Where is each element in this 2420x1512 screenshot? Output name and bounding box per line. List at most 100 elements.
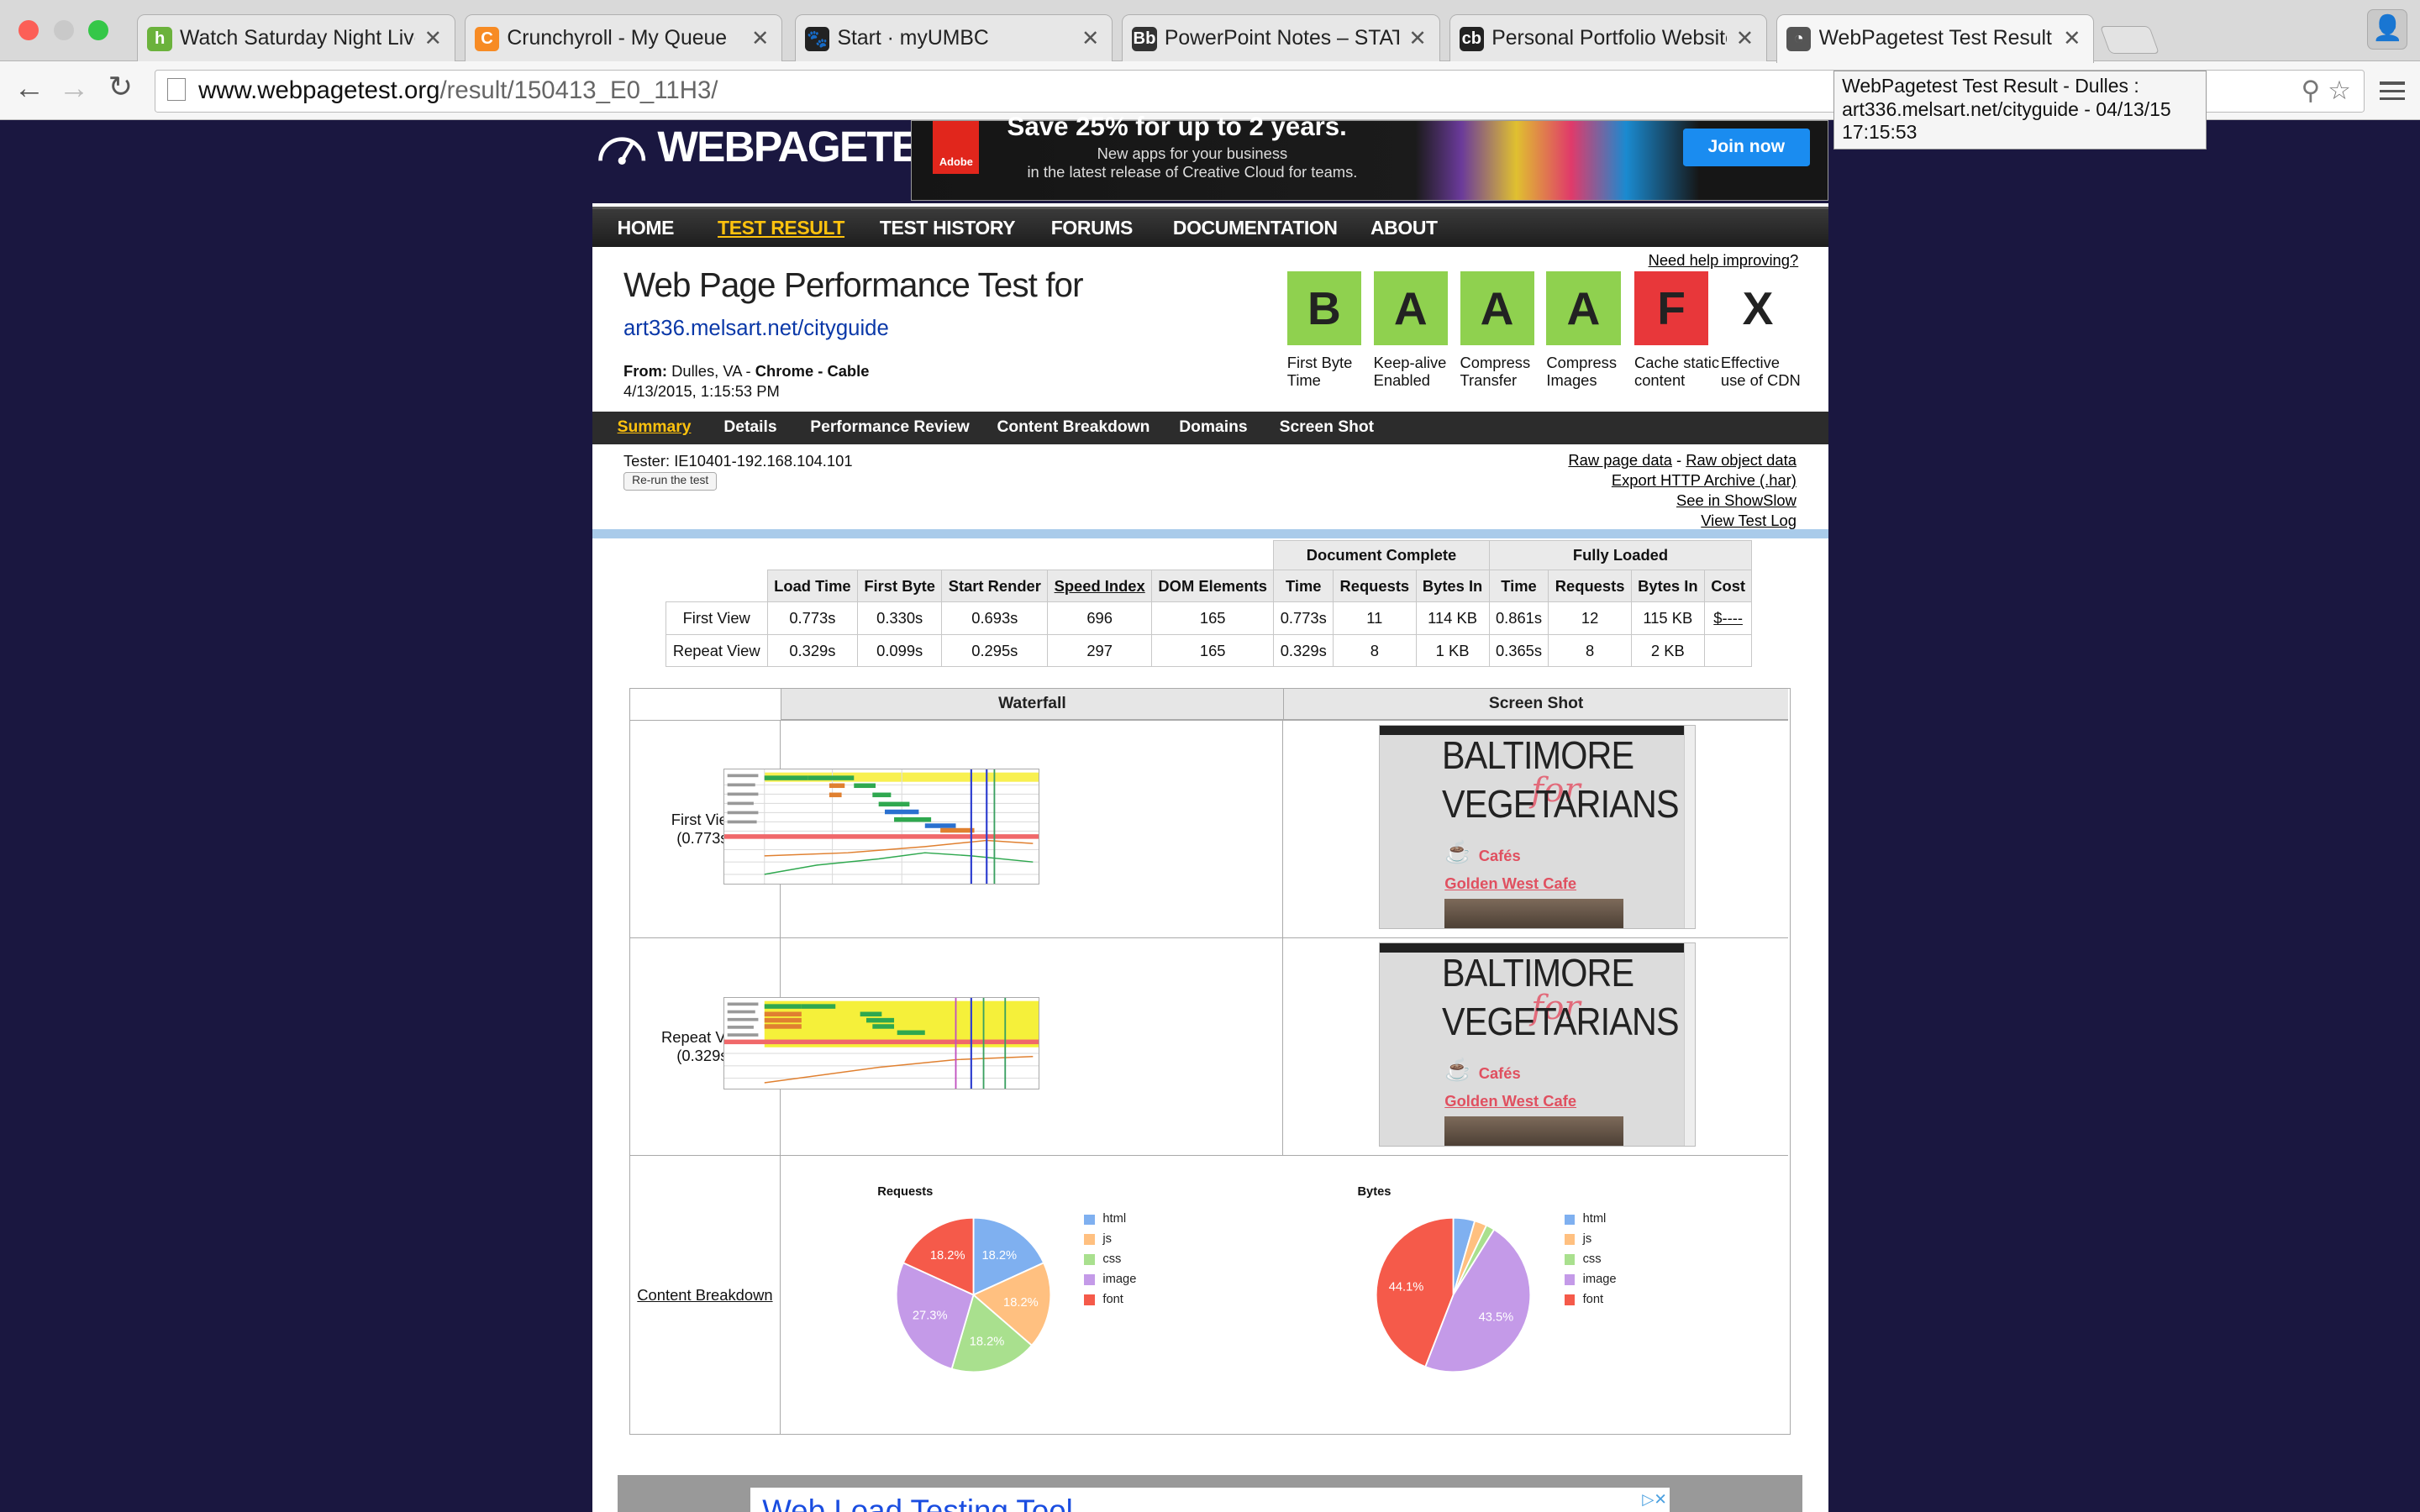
- tab-close-icon[interactable]: ✕: [2063, 26, 2081, 51]
- legend-swatch: [1564, 1214, 1576, 1226]
- table-cell: 0.773s: [1273, 601, 1334, 635]
- legend-item: font: [1084, 1290, 1136, 1310]
- tested-url-link[interactable]: art336.melsart.net/cityguide: [623, 317, 889, 341]
- table-cell: 8: [1548, 633, 1632, 668]
- row-label: Repeat View: [665, 633, 768, 668]
- nav-forums[interactable]: FORUMS: [1051, 217, 1134, 239]
- column-header: Time: [1273, 569, 1334, 603]
- export-har-link[interactable]: Export HTTP Archive (.har): [1568, 470, 1797, 491]
- browser-menu-icon[interactable]: [2380, 77, 2405, 105]
- table-cell: 2 KB: [1630, 633, 1705, 668]
- bottom-ad-banner[interactable]: Web Load Testing Tool ▷✕: [617, 1474, 1803, 1512]
- shot-cafes-heading: Cafés: [1478, 846, 1521, 864]
- tester-info: Tester: IE10401-192.168.104.101: [623, 452, 853, 470]
- ad-close-icon[interactable]: ▷✕: [1642, 1490, 1667, 1509]
- first-view-waterfall-thumbnail[interactable]: [723, 768, 1040, 885]
- blackboard-favicon-icon: Bb: [1132, 26, 1157, 52]
- column-header: Requests: [1333, 569, 1417, 603]
- browser-tab[interactable]: ◔ WebPagetest Test Result - ✕: [1776, 13, 2095, 64]
- browser-tab[interactable]: 🐾 Start · myUMBC ✕: [794, 13, 1113, 64]
- rerun-test-button[interactable]: Re-run the test: [623, 472, 718, 491]
- tab-close-icon[interactable]: ✕: [1736, 26, 1754, 51]
- links-separator: -: [1671, 451, 1686, 470]
- table-cell: 0.295s: [941, 633, 1049, 668]
- bookmark-star-icon[interactable]: ☆: [2328, 76, 2351, 105]
- first-view-screenshot[interactable]: BALTIMORE for VEGETARIANS ☕ Cafés Golden…: [1379, 725, 1696, 929]
- grade-effective-use-of-cdn[interactable]: X: [1720, 271, 1796, 346]
- shot-cafes-heading: Cafés: [1478, 1063, 1521, 1082]
- minimize-window-icon[interactable]: [54, 19, 75, 40]
- back-arrow-icon[interactable]: ←: [14, 71, 45, 106]
- profile-icon[interactable]: 👤: [2367, 9, 2408, 50]
- need-help-link[interactable]: Need help improving?: [1649, 251, 1799, 270]
- legend-item: css: [1564, 1250, 1617, 1270]
- showslow-link[interactable]: See in ShowSlow: [1568, 491, 1797, 511]
- page-title: Web Page Performance Test for: [623, 265, 1084, 304]
- raw-object-data-link[interactable]: Raw object data: [1686, 451, 1797, 469]
- reload-icon[interactable]: ↻: [108, 71, 133, 104]
- repeat-view-screenshot[interactable]: BALTIMORE for VEGETARIANS ☕ Cafés Golden…: [1379, 942, 1696, 1147]
- nav-documentation[interactable]: DOCUMENTATION: [1173, 217, 1338, 239]
- tab-tooltip: WebPagetest Test Result - Dulles : art33…: [1833, 71, 2207, 150]
- legend-item: image: [1564, 1270, 1617, 1290]
- nav-test-history[interactable]: TEST HISTORY: [880, 217, 1016, 239]
- view-test-log-link[interactable]: View Test Log: [1568, 511, 1797, 531]
- grade-compress-transfer[interactable]: A: [1460, 271, 1534, 346]
- close-window-icon[interactable]: [18, 19, 39, 40]
- raw-page-data-link[interactable]: Raw page data: [1568, 451, 1672, 469]
- adobe-ad-banner[interactable]: Adobe Save 25% for up to 2 years. New ap…: [910, 112, 1829, 201]
- grade-first-byte-time[interactable]: B: [1286, 271, 1361, 346]
- nav-test-result[interactable]: TEST RESULT: [718, 217, 844, 239]
- pie-data-label: 44.1%: [1389, 1280, 1424, 1294]
- nav-about[interactable]: ABOUT: [1370, 217, 1438, 239]
- tab-close-icon[interactable]: ✕: [1408, 26, 1427, 51]
- browser-tab[interactable]: cb Personal Portfolio Website ✕: [1449, 13, 1768, 64]
- column-header[interactable]: Speed Index: [1047, 569, 1153, 603]
- zoom-window-icon[interactable]: [87, 19, 108, 40]
- pie-data-label: 43.5%: [1478, 1310, 1513, 1324]
- table-row: First View 0.773s 0.330s 0.693s 696 165 0.773s…: [665, 601, 1753, 635]
- speedometer-icon: [598, 136, 646, 165]
- legend-label: font: [1582, 1292, 1604, 1306]
- column-header: DOM Elements: [1151, 569, 1275, 603]
- subnav-content-breakdown[interactable]: Content Breakdown: [997, 418, 1150, 437]
- search-icon[interactable]: ⚲: [2302, 76, 2321, 105]
- repeat-view-row: Repeat View (0.329s) BALTIMORE for VEGET…: [630, 937, 1788, 1155]
- nav-home[interactable]: HOME: [618, 217, 675, 239]
- grade-label: Keep-alive Enabled: [1373, 354, 1447, 389]
- subnav-summary[interactable]: Summary: [618, 418, 692, 437]
- bytes-chart-title: Bytes: [1357, 1184, 1392, 1199]
- grade-compress-images[interactable]: A: [1546, 271, 1621, 346]
- browser-tab[interactable]: Bb PowerPoint Notes – STAT 3 ✕: [1122, 13, 1440, 64]
- subnav-domains[interactable]: Domains: [1179, 418, 1247, 437]
- browser-tab[interactable]: h Watch Saturday Night Live ✕: [137, 13, 455, 64]
- tab-close-icon[interactable]: ✕: [751, 26, 770, 51]
- table-cell[interactable]: $----: [1703, 601, 1753, 635]
- grade-keep-alive-enabled[interactable]: A: [1373, 271, 1448, 346]
- tab-title: WebPagetest Test Result -: [1818, 27, 2054, 50]
- subnav-details[interactable]: Details: [723, 418, 776, 437]
- legend-label: js: [1102, 1231, 1112, 1246]
- subnav-performance-review[interactable]: Performance Review: [810, 418, 970, 437]
- tab-close-icon[interactable]: ✕: [424, 26, 443, 51]
- repeat-view-waterfall-thumbnail[interactable]: [723, 996, 1040, 1089]
- forward-arrow-icon[interactable]: →: [59, 71, 90, 106]
- table-cell: 696: [1047, 601, 1153, 635]
- ad-join-button[interactable]: Join now: [1682, 129, 1810, 166]
- table-cell: 115 KB: [1630, 601, 1705, 635]
- tab-title: Crunchyroll - My Queue: [507, 27, 728, 50]
- table-cell: 0.773s: [766, 601, 858, 635]
- table-cell: 0.329s: [1273, 633, 1334, 668]
- tab-close-icon[interactable]: ✕: [1081, 26, 1100, 51]
- legend-swatch: [1084, 1294, 1096, 1305]
- divider-band: [592, 528, 1829, 538]
- content-breakdown-link[interactable]: Content Breakdown: [630, 1286, 779, 1305]
- pie-data-label: 18.2%: [981, 1249, 1017, 1263]
- new-tab-button[interactable]: [2100, 26, 2160, 55]
- browser-tab[interactable]: C Crunchyroll - My Queue ✕: [464, 13, 783, 64]
- table-corner: [666, 570, 767, 602]
- grade-cache-static-content[interactable]: F: [1634, 271, 1709, 346]
- tab-title: Personal Portfolio Website: [1491, 27, 1727, 50]
- screenshot-scrollbar: [1683, 943, 1695, 1146]
- subnav-screen-shot[interactable]: Screen Shot: [1280, 418, 1374, 437]
